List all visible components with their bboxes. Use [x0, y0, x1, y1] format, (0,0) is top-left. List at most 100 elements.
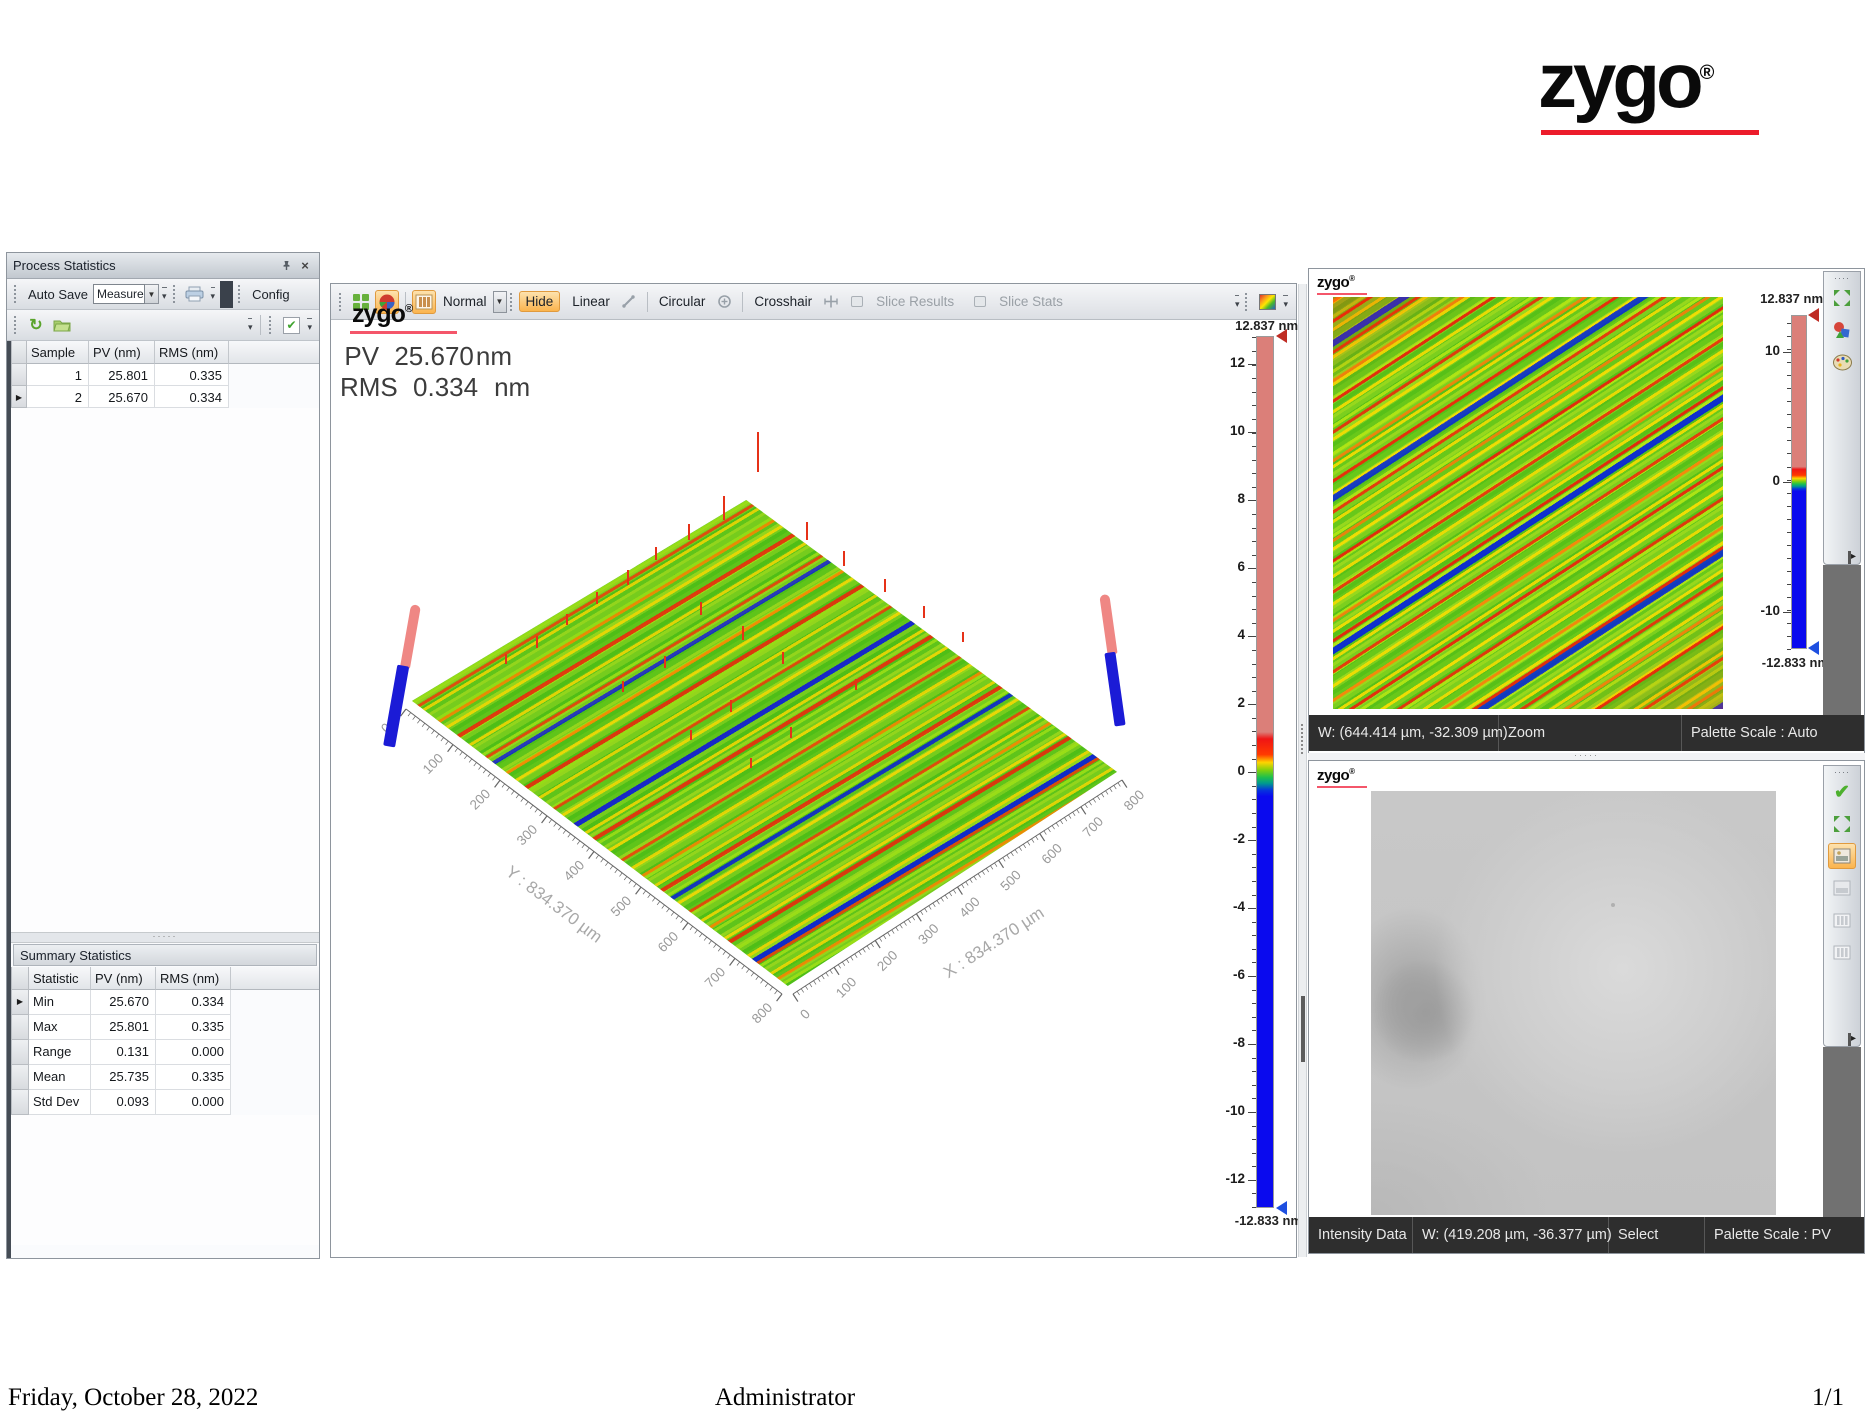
- cell-rms[interactable]: 0.335: [155, 364, 229, 386]
- circular-slice-button[interactable]: Circular: [653, 292, 712, 311]
- cell-statistic[interactable]: Std Dev: [29, 1090, 91, 1115]
- display-mode-button[interactable]: [412, 290, 436, 314]
- cell-pv[interactable]: 25.670: [91, 990, 156, 1015]
- active-row-selector[interactable]: ▶: [11, 990, 29, 1015]
- measure-dropdown-value[interactable]: Measure,: [93, 284, 145, 304]
- columns-view-button[interactable]: [1828, 907, 1856, 933]
- image-view-button-active[interactable]: [1828, 843, 1856, 869]
- scale-min-marker[interactable]: [1808, 641, 1819, 655]
- hide-button[interactable]: Hide: [519, 291, 561, 312]
- toolbar-grip[interactable]: [269, 316, 273, 334]
- cell-rms[interactable]: 0.335: [156, 1015, 231, 1040]
- mode-normal-label[interactable]: Normal: [437, 292, 493, 311]
- data-type-indicator[interactable]: Intensity Data: [1309, 1217, 1413, 1253]
- toolbar-overflow-icon[interactable]: ▾: [248, 318, 253, 332]
- cell-pv[interactable]: 0.093: [91, 1090, 156, 1115]
- toolbar-overflow-icon[interactable]: ▾: [1235, 295, 1240, 309]
- toolbar-grip[interactable]: ····: [1834, 274, 1850, 282]
- row-selector[interactable]: [11, 1065, 29, 1090]
- scale-max-marker[interactable]: [1808, 308, 1819, 322]
- mode-indicator[interactable]: Select: [1609, 1217, 1705, 1253]
- splitter-handle[interactable]: [1301, 996, 1305, 1062]
- toolbar-grip[interactable]: [14, 285, 18, 303]
- cell-sample[interactable]: 1: [27, 364, 89, 386]
- cell-rms[interactable]: 0.000: [156, 1040, 231, 1065]
- auto-save-button[interactable]: Auto Save: [23, 285, 93, 304]
- vertical-splitter[interactable]: [1298, 284, 1307, 1257]
- column-header-rms[interactable]: RMS (nm): [155, 341, 229, 364]
- cell-rms[interactable]: 0.334: [156, 990, 231, 1015]
- chevron-down-icon[interactable]: ▼: [493, 291, 507, 313]
- toolbar-overflow-icon[interactable]: ▾: [307, 318, 312, 332]
- cell-pv[interactable]: 25.801: [89, 364, 155, 386]
- mode-indicator[interactable]: Zoom: [1499, 715, 1682, 751]
- column-header-pv[interactable]: PV (nm): [89, 341, 155, 364]
- height-map-image[interactable]: [1333, 297, 1723, 709]
- crosshair-slice-button[interactable]: Crosshair: [748, 292, 818, 311]
- toolbar-grip[interactable]: ····: [1834, 768, 1850, 776]
- row-selector[interactable]: [11, 1040, 29, 1065]
- fit-arrows-button[interactable]: [1828, 285, 1856, 311]
- toolbar-grip[interactable]: [1245, 293, 1249, 311]
- columns-view-button[interactable]: [1828, 939, 1856, 965]
- image-view-button[interactable]: [1828, 875, 1856, 901]
- row-selector[interactable]: [11, 1090, 29, 1115]
- cell-statistic[interactable]: Range: [29, 1040, 91, 1065]
- toolbar-overflow-icon[interactable]: ▾: [1283, 295, 1288, 309]
- toolbar-grip[interactable]: [238, 285, 242, 303]
- toolbar-overflow-icon[interactable]: ▾: [211, 287, 216, 301]
- cell-rms[interactable]: 0.000: [156, 1090, 231, 1115]
- toolbar-grip[interactable]: [510, 293, 514, 311]
- column-header-sample[interactable]: Sample: [27, 341, 89, 364]
- open-folder-button[interactable]: [50, 313, 74, 337]
- active-row-selector[interactable]: ▶: [11, 386, 27, 408]
- row-selector[interactable]: [11, 1015, 29, 1040]
- chevron-down-icon[interactable]: ▼: [145, 284, 159, 304]
- fit-arrows-button[interactable]: [1828, 811, 1856, 837]
- toolbar-grip[interactable]: [14, 316, 18, 334]
- linear-slice-button[interactable]: Linear: [566, 292, 616, 311]
- cell-rms[interactable]: 0.334: [155, 386, 229, 408]
- config-button[interactable]: Config: [247, 285, 295, 304]
- palette-button[interactable]: [1828, 349, 1856, 375]
- panel-splitter[interactable]: ·····: [11, 932, 319, 943]
- measure-dropdown[interactable]: Measure, ▼: [93, 284, 159, 304]
- colormap-button[interactable]: [1255, 290, 1279, 314]
- view-3d-button[interactable]: [1828, 317, 1856, 343]
- toolbar-grip[interactable]: [173, 285, 177, 303]
- slice-results-button[interactable]: Slice Results: [870, 292, 960, 311]
- summary-statistics-titlebar[interactable]: Summary Statistics: [13, 944, 317, 966]
- zygo-logo: zygo®: [1538, 40, 1768, 120]
- cell-statistic[interactable]: Min: [29, 990, 91, 1015]
- horizontal-splitter[interactable]: ·····: [1308, 753, 1865, 760]
- cell-statistic[interactable]: Mean: [29, 1065, 91, 1090]
- close-icon[interactable]: ×: [297, 258, 313, 274]
- column-header-rms[interactable]: RMS (nm): [156, 967, 231, 990]
- cell-pv[interactable]: 25.670: [89, 386, 155, 408]
- intensity-image[interactable]: [1371, 791, 1776, 1215]
- toolbar-grip[interactable]: [339, 293, 343, 311]
- color-scale-bar[interactable]: [1256, 336, 1274, 1208]
- slice-stats-button[interactable]: Slice Stats: [993, 292, 1069, 311]
- column-header-pv[interactable]: PV (nm): [91, 967, 156, 990]
- scale-max-marker[interactable]: [1276, 329, 1287, 343]
- row-selector[interactable]: [11, 364, 27, 386]
- collapse-toolbar-icon[interactable]: ▸: [1848, 551, 1860, 564]
- cell-rms[interactable]: 0.335: [156, 1065, 231, 1090]
- cell-pv[interactable]: 0.131: [91, 1040, 156, 1065]
- cell-statistic[interactable]: Max: [29, 1015, 91, 1040]
- color-scale-bar[interactable]: [1791, 315, 1807, 649]
- toolbar-overflow-icon[interactable]: ▾: [162, 287, 167, 301]
- pin-icon[interactable]: [278, 258, 294, 274]
- column-header-statistic[interactable]: Statistic: [29, 967, 91, 990]
- cell-pv[interactable]: 25.801: [91, 1015, 156, 1040]
- refresh-button[interactable]: ↻: [24, 313, 48, 337]
- palette-scale-indicator[interactable]: Palette Scale : Auto: [1682, 715, 1864, 751]
- palette-scale-indicator[interactable]: Palette Scale : PV: [1705, 1217, 1864, 1253]
- accept-button[interactable]: ✔: [1828, 779, 1856, 805]
- report-check-button[interactable]: ✔: [279, 313, 303, 337]
- print-button[interactable]: [183, 282, 207, 306]
- cell-sample[interactable]: 2: [27, 386, 89, 408]
- collapse-toolbar-icon[interactable]: ▸: [1848, 1033, 1860, 1046]
- cell-pv[interactable]: 25.735: [91, 1065, 156, 1090]
